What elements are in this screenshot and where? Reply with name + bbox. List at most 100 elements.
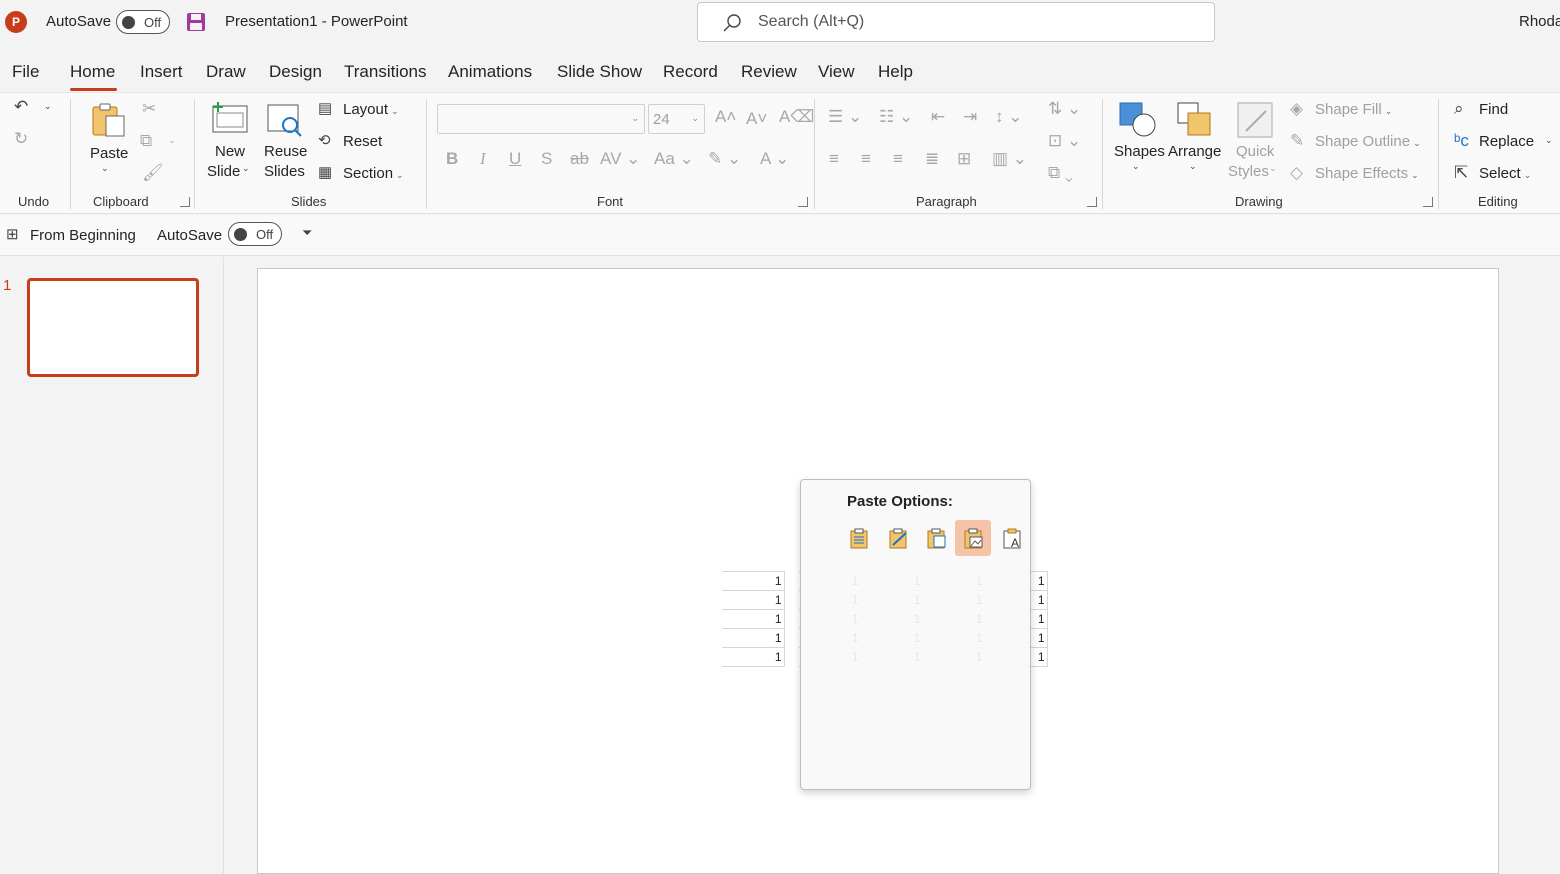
justify-icon[interactable]: ≣ [925, 149, 939, 169]
paragraph-launcher-icon[interactable] [1087, 197, 1097, 207]
search-box[interactable] [697, 2, 1215, 42]
table-cell[interactable]: 1 [722, 609, 785, 629]
layout-button[interactable]: Layout ⌄ [343, 101, 399, 118]
search-input[interactable] [758, 11, 1178, 33]
tab-file[interactable]: File [12, 62, 39, 82]
underline-icon[interactable]: U [509, 149, 521, 169]
align-text-icon[interactable]: ⊡ ⌄ [1048, 131, 1081, 151]
arrange-button[interactable]: Arrange [1168, 143, 1221, 160]
reuse-slides-icon[interactable] [266, 103, 304, 139]
undo-icon[interactable]: ↶ [14, 97, 28, 117]
shapes-button[interactable]: Shapes [1114, 143, 1165, 160]
shapes-dropdown-icon[interactable]: ⌄ [1132, 161, 1140, 172]
find-button[interactable]: Find [1479, 101, 1508, 118]
reuse-slides-label-line2[interactable]: Slides [264, 163, 305, 180]
text-direction-icon[interactable]: ⇅ ⌄ [1048, 99, 1081, 119]
tab-view[interactable]: View [818, 62, 855, 82]
shape-effects-button[interactable]: Shape Effects ⌄ [1315, 165, 1419, 182]
reset-icon[interactable]: ⟲ [318, 131, 331, 149]
replace-button[interactable]: Replace [1479, 133, 1534, 150]
user-name[interactable]: Rhoda [1519, 13, 1560, 30]
shape-outline-icon[interactable]: ✎ [1290, 131, 1304, 151]
tab-transitions[interactable]: Transitions [344, 62, 427, 82]
new-slide-label-line2[interactable]: Slide [207, 163, 240, 180]
copy-dropdown-icon[interactable]: ⌄ [168, 135, 176, 146]
distributed-icon[interactable]: ⊞ [957, 149, 971, 169]
decrease-indent-icon[interactable]: ⇤ [931, 107, 945, 127]
tab-insert[interactable]: Insert [140, 62, 183, 82]
bullets-icon[interactable]: ☰ ⌄ [828, 107, 862, 127]
arrange-dropdown-icon[interactable]: ⌄ [1189, 161, 1197, 172]
table-cell[interactable]: 1 [722, 571, 785, 591]
change-case-icon[interactable]: Aa ⌄ [654, 149, 694, 169]
section-button[interactable]: Section ⌄ [343, 165, 404, 182]
undo-dropdown-icon[interactable]: ⌄ [44, 101, 52, 112]
drawing-launcher-icon[interactable] [1423, 197, 1433, 207]
paste-dropdown-icon[interactable]: ⌄ [101, 163, 109, 174]
select-button[interactable]: Select ⌄ [1479, 165, 1531, 182]
tab-design[interactable]: Design [269, 62, 322, 82]
shape-fill-button[interactable]: Shape Fill ⌄ [1315, 101, 1392, 118]
quick-styles-dropdown-icon[interactable]: ⌄ [1269, 163, 1277, 174]
embed-icon[interactable] [918, 520, 954, 556]
picture-icon[interactable] [955, 520, 991, 556]
new-slide-label-line1[interactable]: New [215, 143, 245, 160]
quick-styles-icon[interactable] [1236, 101, 1274, 139]
strikethrough-icon[interactable]: ab [570, 149, 589, 169]
increase-font-size-icon[interactable]: A˄ [715, 107, 736, 127]
italic-icon[interactable]: I [480, 149, 486, 169]
customize-qat-icon[interactable]: ⏷ [302, 225, 312, 241]
font-size-combobox[interactable]: 24 ⌄ [648, 104, 705, 134]
from-beginning-icon[interactable]: ⊞ [6, 225, 19, 243]
convert-to-smartart-icon[interactable]: ⧉ ⌄ [1048, 163, 1073, 183]
tab-home[interactable]: Home [70, 62, 115, 82]
align-center-icon[interactable]: ≡ [861, 149, 871, 169]
arrange-icon[interactable] [1176, 101, 1214, 139]
slide-thumbnail[interactable] [27, 278, 199, 377]
replace-dropdown-icon[interactable]: ⌄ [1545, 135, 1553, 146]
find-icon[interactable]: ⌕ [1454, 99, 1464, 119]
numbering-icon[interactable]: ☷ ⌄ [879, 107, 913, 127]
shape-outline-button[interactable]: Shape Outline ⌄ [1315, 133, 1421, 150]
reset-button[interactable]: Reset [343, 133, 382, 150]
tab-help[interactable]: Help [878, 62, 913, 82]
copy-icon[interactable]: ⧉ [140, 131, 152, 151]
tab-review[interactable]: Review [741, 62, 797, 82]
select-icon[interactable]: ⇱ [1454, 163, 1468, 183]
format-painter-icon[interactable]: 🖌 [142, 163, 164, 183]
font-name-combobox[interactable]: ⌄ [437, 104, 645, 134]
quick-styles-label-line1[interactable]: Quick [1236, 143, 1274, 160]
font-launcher-icon[interactable] [798, 197, 808, 207]
tab-record[interactable]: Record [663, 62, 718, 82]
tab-animations[interactable]: Animations [448, 62, 532, 82]
decrease-font-size-icon[interactable]: A˅ [746, 109, 767, 129]
font-color-icon[interactable]: A ⌄ [760, 149, 789, 169]
table-cell[interactable]: 1 [722, 590, 785, 610]
bold-icon[interactable]: B [446, 149, 458, 169]
save-icon[interactable] [186, 12, 206, 32]
keep-source-formatting-icon[interactable] [880, 520, 916, 556]
cut-icon[interactable]: ✂ [142, 99, 156, 119]
paste-icon[interactable] [90, 101, 128, 139]
line-spacing-icon[interactable]: ↕ ⌄ [995, 107, 1022, 127]
align-left-icon[interactable]: ≡ [829, 149, 839, 169]
clipboard-launcher-icon[interactable] [180, 197, 190, 207]
qat-autosave-toggle[interactable]: Off [228, 222, 282, 246]
autosave-toggle[interactable]: Off [116, 10, 170, 34]
character-spacing-icon[interactable]: AV ⌄ [600, 149, 640, 169]
tab-slide-show[interactable]: Slide Show [557, 62, 642, 82]
table-cell[interactable]: 1 [722, 628, 785, 648]
keep-text-only-icon[interactable]: A [994, 520, 1030, 556]
highlight-color-icon[interactable]: ✎ ⌄ [708, 149, 741, 169]
align-right-icon[interactable]: ≡ [893, 149, 903, 169]
shape-effects-icon[interactable]: ◇ [1290, 163, 1303, 183]
columns-icon[interactable]: ▥ ⌄ [992, 149, 1027, 169]
new-slide-icon[interactable] [210, 101, 250, 135]
layout-icon[interactable]: ▤ [318, 99, 332, 117]
new-slide-dropdown-icon[interactable]: ⌄ [242, 163, 250, 174]
increase-indent-icon[interactable]: ⇥ [963, 107, 977, 127]
paste-button[interactable]: Paste [90, 145, 128, 162]
shadow-icon[interactable]: S [541, 149, 552, 169]
replace-icon[interactable]: ᵇc [1454, 131, 1469, 151]
tab-draw[interactable]: Draw [206, 62, 246, 82]
